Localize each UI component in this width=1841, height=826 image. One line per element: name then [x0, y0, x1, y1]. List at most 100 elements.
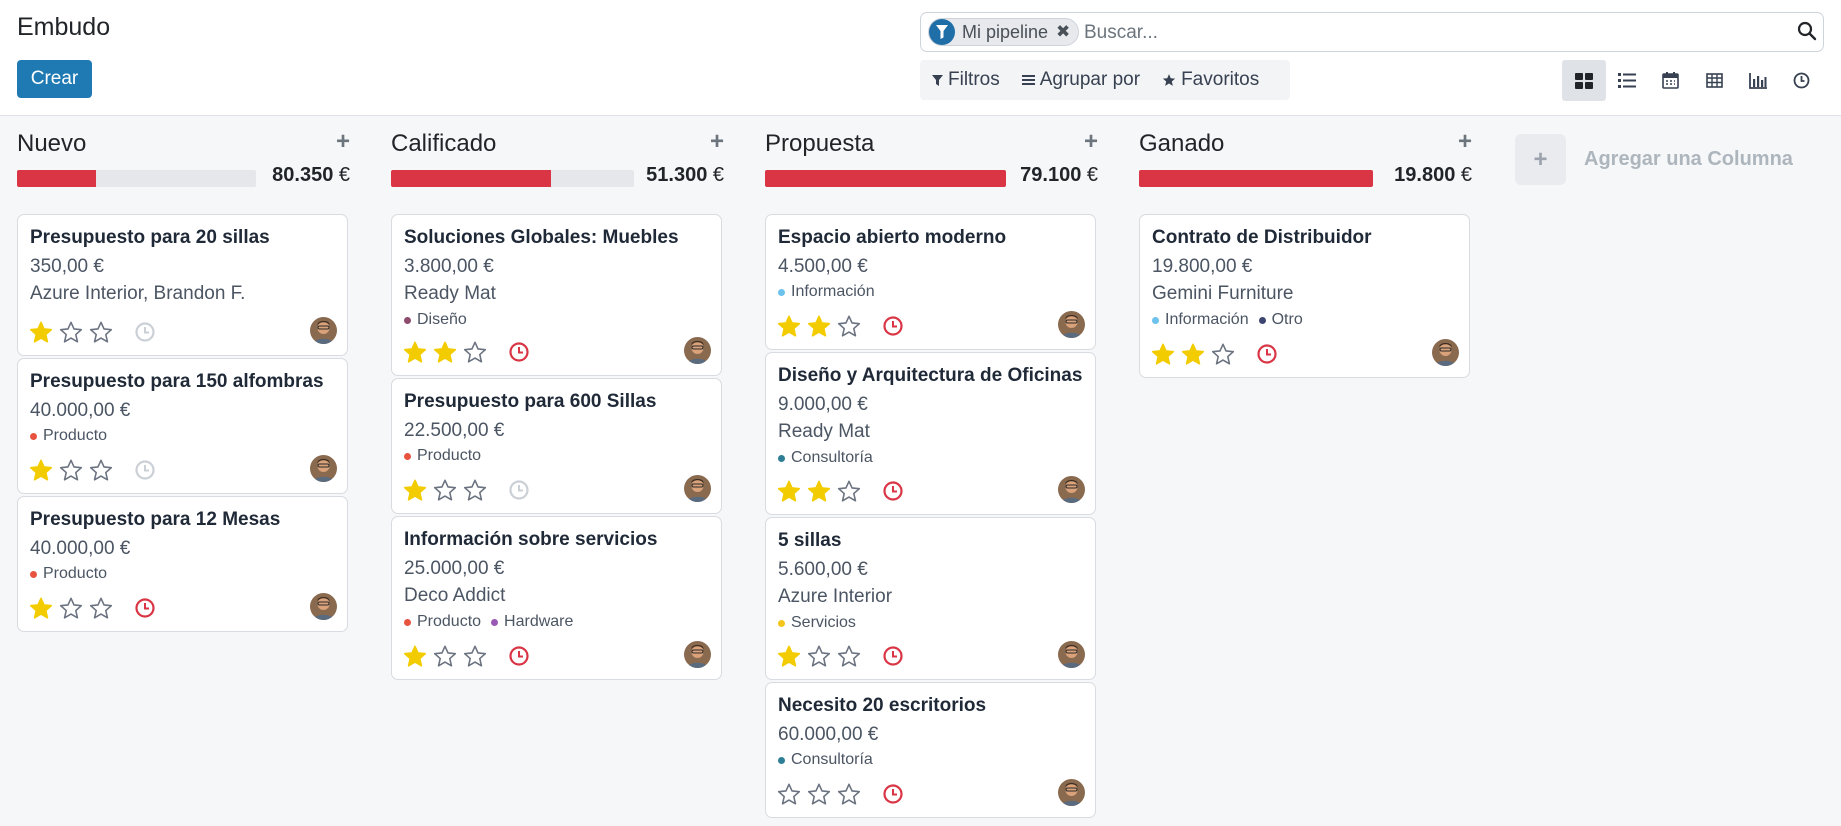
opportunity-card[interactable]: Presupuesto para 150 alfombras 40.000,00 … [17, 358, 348, 494]
activity-indicator[interactable] [134, 459, 156, 486]
column-header[interactable]: Nuevo +80.350 € [17, 116, 350, 187]
column-title[interactable]: Ganado [1139, 130, 1224, 158]
star-empty-icon[interactable] [88, 320, 114, 345]
column-progress-bar[interactable] [17, 170, 256, 187]
activity-clock-icon[interactable] [1256, 343, 1278, 365]
column-title[interactable]: Propuesta [765, 130, 874, 158]
column-progress-bar[interactable] [765, 170, 1006, 187]
column-quick-create-icon[interactable]: + [336, 128, 350, 156]
star-empty-icon[interactable] [58, 458, 84, 483]
star-filled-icon[interactable] [1180, 342, 1206, 367]
priority-stars[interactable] [776, 314, 862, 339]
column-title[interactable]: Calificado [391, 130, 496, 158]
search-input[interactable] [1084, 19, 1764, 47]
star-empty-icon[interactable] [776, 782, 802, 807]
activity-clock-icon[interactable] [134, 597, 156, 619]
priority-stars[interactable] [1150, 342, 1236, 367]
column-header[interactable]: Calificado +51.300 € [391, 116, 724, 187]
star-empty-icon[interactable] [58, 320, 84, 345]
activity-clock-icon[interactable] [508, 341, 530, 363]
star-filled-icon[interactable] [806, 314, 832, 339]
opportunity-card[interactable]: 5 sillas 5.600,00 € Azure Interior Servicio… [765, 517, 1096, 680]
opportunity-card[interactable]: Presupuesto para 20 sillas 350,00 € Azure … [17, 214, 348, 356]
column-header[interactable]: Propuesta +79.100 € [765, 116, 1098, 187]
activity-clock-icon[interactable] [882, 783, 904, 805]
activity-clock-icon[interactable] [508, 645, 530, 667]
activity-clock-icon[interactable] [508, 479, 530, 501]
add-column-button[interactable]: + [1515, 134, 1566, 185]
list-view-button[interactable] [1606, 60, 1650, 101]
opportunity-card[interactable]: Diseño y Arquitectura de Oficinas 9.000,0… [765, 352, 1096, 515]
star-empty-icon[interactable] [462, 340, 488, 365]
activity-clock-icon[interactable] [882, 315, 904, 337]
priority-stars[interactable] [28, 596, 114, 621]
star-empty-icon[interactable] [806, 782, 832, 807]
column-quick-create-icon[interactable]: + [1458, 128, 1472, 156]
priority-stars[interactable] [402, 340, 488, 365]
activity-view-button[interactable] [1780, 60, 1824, 101]
star-filled-icon[interactable] [28, 320, 54, 345]
star-empty-icon[interactable] [58, 596, 84, 621]
opportunity-card[interactable]: Necesito 20 escritorios 60.000,00 € Consul… [765, 682, 1096, 818]
column-progress-bar[interactable] [391, 170, 634, 187]
search-facet[interactable]: Mi pipeline ✖ [928, 18, 1080, 46]
activity-clock-icon[interactable] [882, 480, 904, 502]
search-icon[interactable] [1797, 21, 1817, 46]
groupby-menu[interactable]: Agrupar por [1021, 69, 1140, 91]
star-empty-icon[interactable] [88, 458, 114, 483]
star-empty-icon[interactable] [432, 644, 458, 669]
star-empty-icon[interactable] [462, 478, 488, 503]
star-filled-icon[interactable] [776, 314, 802, 339]
activity-indicator[interactable] [508, 341, 530, 368]
opportunity-card[interactable]: Espacio abierto moderno 4.500,00 € Informa… [765, 214, 1096, 350]
star-filled-icon[interactable] [402, 340, 428, 365]
star-empty-icon[interactable] [836, 314, 862, 339]
activity-clock-icon[interactable] [134, 459, 156, 481]
favorites-menu[interactable]: Favoritos [1162, 69, 1259, 91]
activity-indicator[interactable] [1256, 343, 1278, 370]
kanban-view-button[interactable] [1562, 60, 1606, 101]
opportunity-card[interactable]: Presupuesto para 600 Sillas 22.500,00 € Pr… [391, 378, 722, 514]
graph-view-button[interactable] [1736, 60, 1780, 101]
activity-indicator[interactable] [882, 480, 904, 507]
activity-indicator[interactable] [134, 597, 156, 624]
facet-remove-icon[interactable]: ✖ [1056, 22, 1070, 42]
activity-indicator[interactable] [508, 645, 530, 672]
star-filled-icon[interactable] [432, 340, 458, 365]
star-filled-icon[interactable] [28, 458, 54, 483]
priority-stars[interactable] [776, 782, 862, 807]
priority-stars[interactable] [28, 320, 114, 345]
add-column[interactable]: + Agregar una Columna [1515, 134, 1793, 185]
star-filled-icon[interactable] [28, 596, 54, 621]
activity-indicator[interactable] [882, 645, 904, 672]
star-empty-icon[interactable] [836, 479, 862, 504]
star-filled-icon[interactable] [402, 644, 428, 669]
priority-stars[interactable] [402, 644, 488, 669]
activity-clock-icon[interactable] [134, 321, 156, 343]
star-filled-icon[interactable] [806, 479, 832, 504]
priority-stars[interactable] [28, 458, 114, 483]
opportunity-card[interactable]: Soluciones Globales: Muebles 3.800,00 € Re… [391, 214, 722, 376]
search-bar[interactable]: Mi pipeline ✖ [920, 12, 1824, 52]
column-quick-create-icon[interactable]: + [1084, 128, 1098, 156]
star-filled-icon[interactable] [776, 479, 802, 504]
priority-stars[interactable] [402, 478, 488, 503]
star-empty-icon[interactable] [1210, 342, 1236, 367]
star-empty-icon[interactable] [432, 478, 458, 503]
column-title[interactable]: Nuevo [17, 130, 86, 158]
calendar-view-button[interactable] [1649, 60, 1693, 101]
activity-indicator[interactable] [882, 315, 904, 342]
star-filled-icon[interactable] [776, 644, 802, 669]
pivot-view-button[interactable] [1693, 60, 1737, 101]
activity-clock-icon[interactable] [882, 645, 904, 667]
star-empty-icon[interactable] [836, 782, 862, 807]
activity-indicator[interactable] [882, 783, 904, 810]
column-header[interactable]: Ganado +19.800 € [1139, 116, 1472, 187]
star-empty-icon[interactable] [88, 596, 114, 621]
star-empty-icon[interactable] [806, 644, 832, 669]
create-button[interactable]: Crear [17, 60, 92, 98]
opportunity-card[interactable]: Contrato de Distribuidor 19.800,00 € Gemin… [1139, 214, 1470, 378]
opportunity-card[interactable]: Presupuesto para 12 Mesas 40.000,00 € Prod… [17, 496, 348, 632]
filters-menu[interactable]: Filtros [932, 69, 1000, 91]
star-filled-icon[interactable] [1150, 342, 1176, 367]
